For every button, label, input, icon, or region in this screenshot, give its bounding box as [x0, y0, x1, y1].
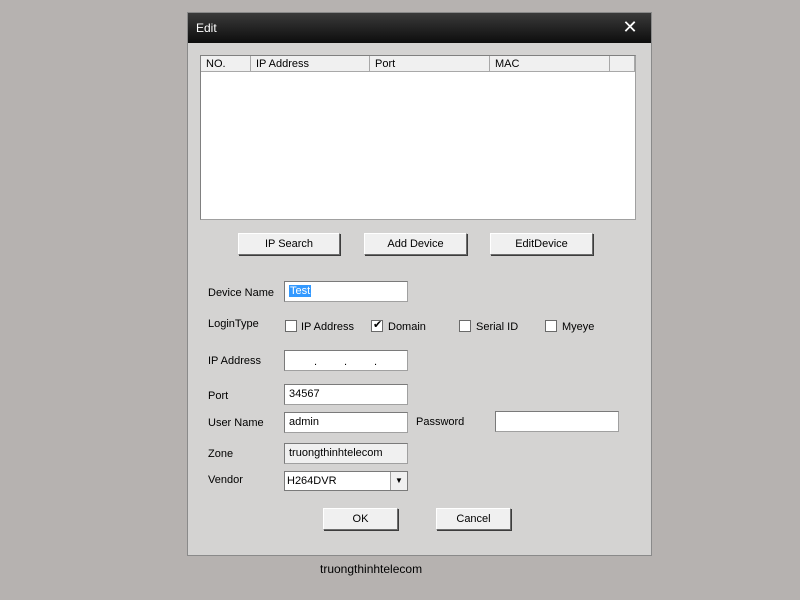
vendor-select[interactable]: H264DVR ▼ [284, 471, 408, 491]
column-header-ip-address[interactable]: IP Address [251, 56, 370, 72]
close-icon[interactable]: ✕ [621, 18, 639, 36]
login-type-domain-checkbox[interactable]: ✔ [371, 319, 383, 332]
device-name-label: Device Name [208, 287, 275, 299]
column-header-no[interactable]: NO. [201, 56, 251, 72]
password-input[interactable] [495, 411, 619, 432]
vendor-label: Vendor [208, 474, 243, 486]
vendor-selected-value: H264DVR [287, 475, 337, 487]
edit-dialog: Edit ✕ NO. IP Address Port MAC IP Search… [187, 12, 652, 556]
checkmark-icon: ✔ [373, 319, 383, 331]
zone-input[interactable]: truongthinhtelecom [284, 443, 408, 464]
login-type-ip-address-checkbox[interactable] [285, 320, 297, 332]
dialog-title: Edit [196, 21, 217, 35]
login-type-label: LoginType [208, 318, 259, 330]
ip-address-input[interactable]: . . . [284, 350, 408, 371]
device-name-value: Test [289, 285, 312, 297]
cancel-button[interactable]: Cancel [436, 508, 511, 530]
password-label: Password [416, 416, 465, 428]
user-name-input[interactable]: admin [284, 412, 408, 433]
add-device-button[interactable]: Add Device [364, 233, 467, 255]
ip-octet-separator: . [374, 356, 378, 368]
device-list[interactable]: NO. IP Address Port MAC [200, 55, 636, 220]
port-label: Port [208, 390, 229, 402]
ip-address-label: IP Address [208, 355, 261, 367]
ip-search-button[interactable]: IP Search [238, 233, 340, 255]
ip-octet-separator: . [344, 356, 348, 368]
column-header-port[interactable]: Port [370, 56, 490, 72]
chevron-down-icon[interactable]: ▼ [390, 472, 407, 490]
device-list-header: NO. IP Address Port MAC [201, 56, 635, 73]
column-header-filler [610, 56, 635, 72]
login-type-domain-label: Domain [388, 321, 426, 333]
login-type-myeye-checkbox[interactable] [545, 320, 557, 332]
login-type-ip-address-label: IP Address [301, 321, 354, 333]
device-name-input[interactable]: Test [284, 281, 408, 302]
user-name-label: User Name [208, 417, 264, 429]
login-type-serial-id-checkbox[interactable] [459, 320, 471, 332]
ok-button[interactable]: OK [323, 508, 398, 530]
port-input[interactable]: 34567 [284, 384, 408, 405]
ip-octet-separator: . [314, 356, 318, 368]
title-bar: Edit ✕ [188, 13, 651, 43]
edit-device-button[interactable]: EditDevice [490, 233, 593, 255]
column-header-mac[interactable]: MAC [490, 56, 610, 72]
zone-label: Zone [208, 448, 234, 460]
login-type-serial-id-label: Serial ID [476, 321, 519, 333]
watermark-text: truongthinhtelecom [320, 562, 423, 576]
login-type-myeye-label: Myeye [562, 321, 595, 333]
